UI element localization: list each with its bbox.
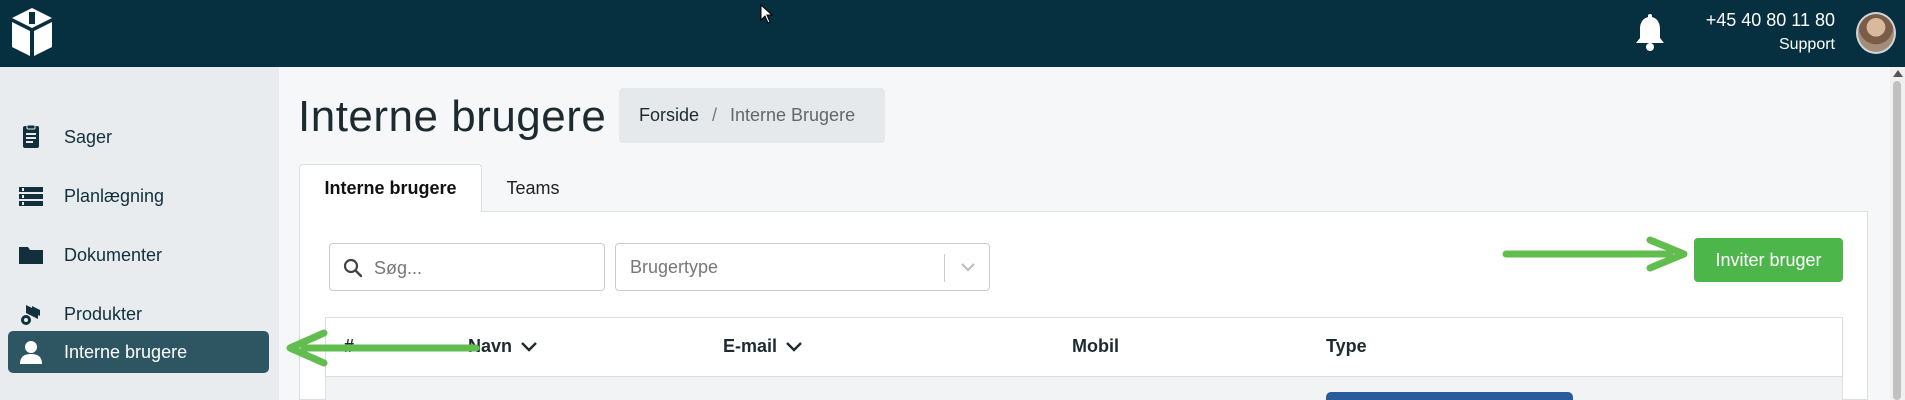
tab-interne-brugere[interactable]: Interne brugere [299,164,482,212]
select-divider [944,254,945,282]
search-input[interactable] [374,256,594,280]
invite-user-button[interactable]: Inviter bruger [1694,238,1843,282]
products-icon [21,305,40,325]
sidebar-item-label: Produkter [64,304,143,324]
scroll-up-icon[interactable] [1893,70,1903,77]
box-logo-icon[interactable] [10,6,54,58]
user-type-select[interactable]: Brugertype [615,243,990,291]
page-title: Interne brugere [298,92,607,141]
annotation-arrow-left [286,329,480,367]
breadcrumb: Forside / Interne Brugere [619,88,885,143]
breadcrumb-current: Interne Brugere [730,105,856,125]
search-icon [343,258,363,278]
top-bar: +45 40 80 11 80 Support [0,0,1905,67]
column-header-mobil: Mobil [1072,336,1119,357]
table-row[interactable] [326,376,1842,400]
sidebar-item-planlaegning[interactable]: Planlægning [8,175,269,217]
sidebar-item-interne-brugere[interactable]: Interne brugere [8,331,269,373]
bell-icon[interactable] [1633,14,1667,52]
user-icon [20,341,42,364]
column-header-email[interactable]: E-mail [723,336,803,357]
sidebar-item-label: Planlægning [64,186,165,206]
page-scrollbar[interactable] [1890,67,1905,400]
column-header-type: Type [1326,336,1367,357]
breadcrumb-home-link[interactable]: Forside [639,105,699,126]
sidebar-item-label: Sager [64,127,113,147]
sidebar-item-sager[interactable]: Sager [8,116,269,158]
column-header-label: E-mail [723,336,778,356]
sidebar: Sager Planlægning Dokumenter Produkter I… [0,67,279,400]
sidebar-item-label: Interne brugere [64,342,188,362]
scroll-thumb[interactable] [1893,81,1901,400]
column-header-label: Type [1326,336,1367,356]
column-header-label: Mobil [1072,336,1119,356]
folder-icon [19,247,43,264]
sidebar-item-label: Dokumenter [64,245,163,265]
sidebar-item-produkter[interactable]: Produkter [8,293,269,335]
avatar[interactable] [1856,12,1896,54]
search-field[interactable] [329,243,605,291]
type-badge [1326,392,1573,400]
sidebar-item-dokumenter[interactable]: Dokumenter [8,234,269,276]
list-icon [19,187,43,206]
chevron-down-icon[interactable] [960,261,976,273]
support-phone: +45 40 80 11 80 [1705,10,1835,30]
document-icon [23,125,39,148]
breadcrumb-separator: / [712,105,718,125]
support-label: Support [1778,36,1835,53]
chevron-down-icon [521,341,537,352]
mouse-cursor-icon [760,4,774,24]
annotation-arrow-right [1502,236,1688,272]
chevron-down-icon [786,341,802,352]
users-table: # Navn E-mail Mobil Type [325,317,1843,400]
tab-teams[interactable]: Teams [483,164,583,212]
user-type-placeholder: Brugertype [630,257,719,277]
